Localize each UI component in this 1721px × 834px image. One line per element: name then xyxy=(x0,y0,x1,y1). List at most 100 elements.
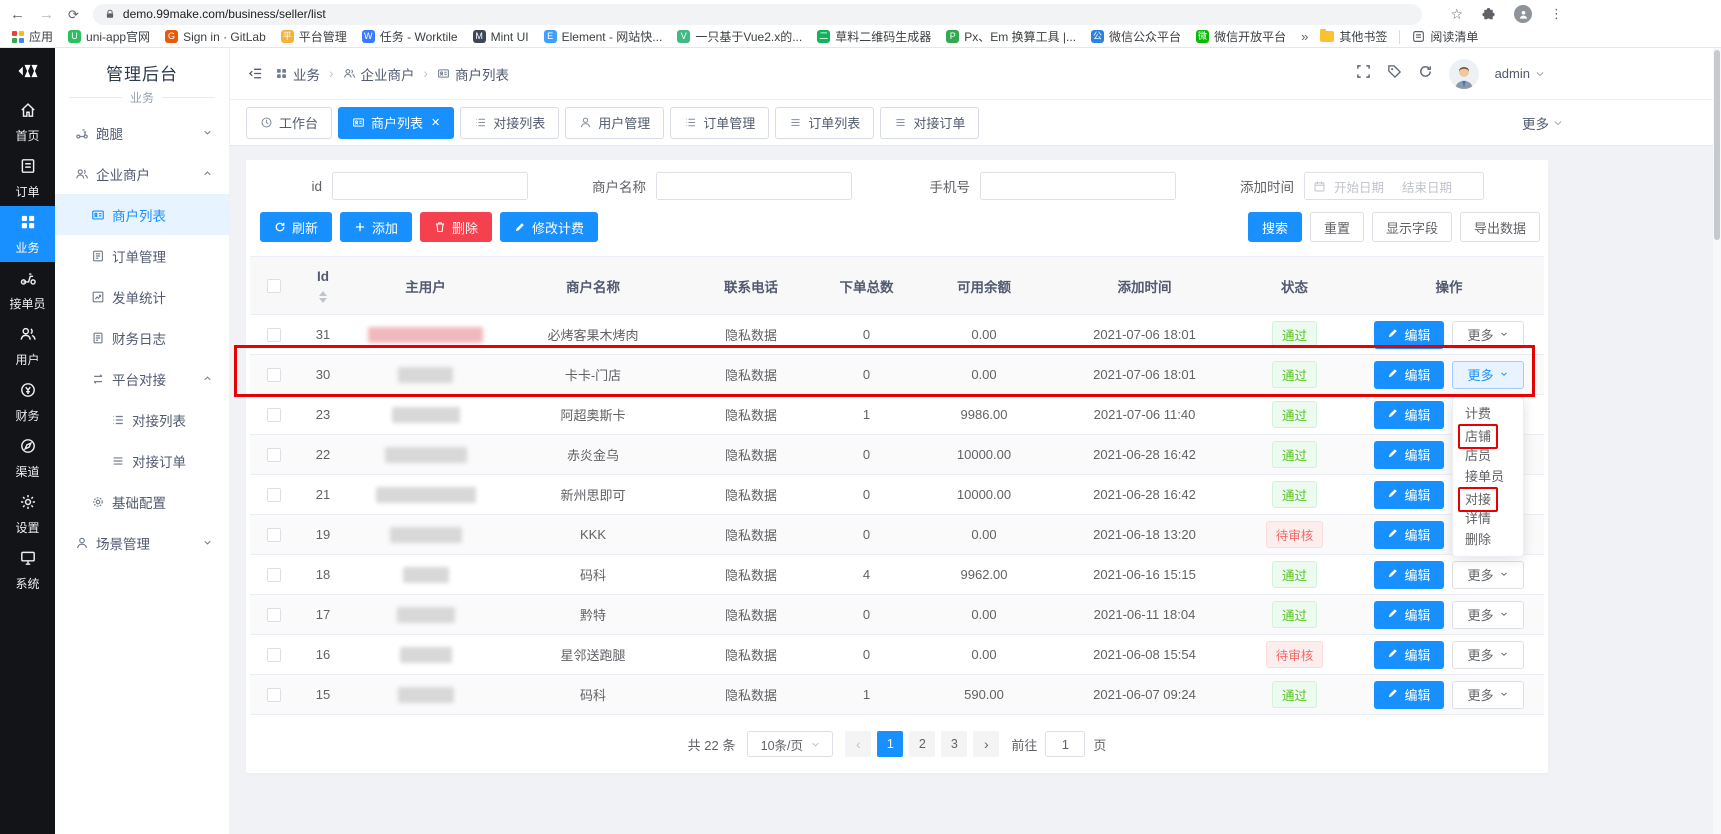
bookmark-item[interactable]: EElement - 网站快... xyxy=(544,28,663,45)
select-all-checkbox[interactable] xyxy=(267,279,281,293)
collapse-sidebar-icon[interactable] xyxy=(248,66,263,81)
breadcrumb-item[interactable]: 业务 xyxy=(275,64,320,84)
dropdown-item-对接[interactable]: 对接 xyxy=(1453,487,1523,508)
column-header[interactable]: Id xyxy=(298,257,348,315)
edit-button[interactable]: 编辑 xyxy=(1374,681,1444,709)
sidebar-item-changjing-guanli[interactable]: 场景管理 xyxy=(55,522,229,563)
bookmark-item[interactable]: 微微信开放平台 xyxy=(1196,28,1286,45)
edit-button[interactable]: 编辑 xyxy=(1374,401,1444,429)
sidebar-item-qiye-shanghu[interactable]: 企业商户 xyxy=(55,153,229,194)
rail-item-settings[interactable]: 设置 xyxy=(0,486,55,542)
row-checkbox[interactable] xyxy=(267,408,281,422)
page-button-3[interactable]: 3 xyxy=(941,731,967,757)
edit-button[interactable]: 编辑 xyxy=(1374,601,1444,629)
page-size-select[interactable]: 10条/页 xyxy=(747,731,833,757)
sidebar-item-pingtai-duijie[interactable]: 平台对接 xyxy=(55,358,229,399)
more-button[interactable]: 更多 xyxy=(1452,361,1524,389)
forward-icon[interactable]: → xyxy=(39,7,54,22)
row-checkbox[interactable] xyxy=(267,448,281,462)
phone-filter-input[interactable] xyxy=(980,172,1176,200)
sidebar-item-fadan-tongji[interactable]: 发单统计 xyxy=(55,276,229,317)
bookmark-item[interactable]: 应用 xyxy=(12,28,53,45)
more-button[interactable]: 更多 xyxy=(1452,601,1524,629)
extensions-icon[interactable] xyxy=(1481,7,1496,22)
back-icon[interactable]: ← xyxy=(10,7,25,22)
row-checkbox[interactable] xyxy=(267,688,281,702)
tab-商户列表[interactable]: 商户列表✕ xyxy=(338,107,454,139)
edit-button[interactable]: 编辑 xyxy=(1374,481,1444,509)
dropdown-item-计费[interactable]: 计费 xyxy=(1453,403,1523,424)
dropdown-item-删除[interactable]: 删除 xyxy=(1453,529,1523,550)
scrollbar-thumb[interactable] xyxy=(1714,50,1720,240)
edit-button[interactable]: 编辑 xyxy=(1374,441,1444,469)
row-checkbox[interactable] xyxy=(267,608,281,622)
user-menu[interactable]: admin xyxy=(1495,66,1545,81)
next-page-button[interactable]: › xyxy=(973,731,999,757)
sidebar-item-jichu-peizhi[interactable]: 基础配置 xyxy=(55,481,229,522)
browser-menu-icon[interactable]: ⋮ xyxy=(1550,6,1563,22)
rail-item-users[interactable]: 用户 xyxy=(0,318,55,374)
more-button[interactable]: 更多 xyxy=(1452,641,1524,669)
row-checkbox[interactable] xyxy=(267,368,281,382)
rail-item-orders[interactable]: 订单 xyxy=(0,150,55,206)
tabs-more-button[interactable]: 更多 xyxy=(1522,113,1563,133)
row-checkbox[interactable] xyxy=(267,488,281,502)
bookmark-star-icon[interactable]: ☆ xyxy=(1450,6,1463,23)
sort-carets[interactable] xyxy=(319,291,327,303)
merchant-filter-input[interactable] xyxy=(656,172,852,200)
refresh-button[interactable]: 刷新 xyxy=(260,212,332,242)
reload-icon[interactable]: ⟳ xyxy=(68,8,79,21)
app-logo[interactable] xyxy=(0,48,55,94)
fullscreen-icon[interactable] xyxy=(1356,64,1371,84)
dropdown-item-接单员[interactable]: 接单员 xyxy=(1453,466,1523,487)
prev-page-button[interactable]: ‹ xyxy=(845,731,871,757)
export-button[interactable]: 导出数据 xyxy=(1460,212,1540,242)
row-checkbox[interactable] xyxy=(267,328,281,342)
close-icon[interactable]: ✕ xyxy=(431,116,440,129)
tab-对接列表[interactable]: 对接列表 xyxy=(460,107,559,139)
rail-item-finance[interactable]: 财务 xyxy=(0,374,55,430)
delete-button[interactable]: 删除 xyxy=(420,212,492,242)
row-checkbox[interactable] xyxy=(267,568,281,582)
other-bookmarks[interactable]: 其他书签 xyxy=(1320,28,1387,45)
tab-用户管理[interactable]: 用户管理 xyxy=(565,107,664,139)
row-checkbox[interactable] xyxy=(267,648,281,662)
bookmark-item[interactable]: W任务 - Worktile xyxy=(362,28,458,45)
page-button-1[interactable]: 1 xyxy=(877,731,903,757)
breadcrumb-item[interactable]: 商户列表 xyxy=(437,64,509,84)
sidebar-item-paotui[interactable]: 跑腿 xyxy=(55,112,229,153)
avatar[interactable] xyxy=(1449,59,1479,89)
url-field[interactable]: demo.99make.com/business/seller/list xyxy=(93,4,1423,25)
bookmark-item[interactable]: 二草料二维码生成器 xyxy=(817,28,931,45)
rail-item-business[interactable]: 业务 xyxy=(0,206,55,262)
id-filter-input[interactable] xyxy=(332,172,528,200)
more-button[interactable]: 更多 xyxy=(1452,561,1524,589)
tab-订单管理[interactable]: 订单管理 xyxy=(670,107,769,139)
rail-item-system[interactable]: 系统 xyxy=(0,542,55,598)
browser-profile-icon[interactable] xyxy=(1514,5,1532,23)
rail-item-rider[interactable]: 接单员 xyxy=(0,262,55,318)
date-range-input[interactable]: 开始日期 结束日期 xyxy=(1304,172,1484,200)
edit-fee-button[interactable]: 修改计费 xyxy=(500,212,598,242)
tab-工作台[interactable]: 工作台 xyxy=(246,107,332,139)
show-fields-button[interactable]: 显示字段 xyxy=(1372,212,1452,242)
bookmark-item[interactable]: V一只基于Vue2.x的... xyxy=(677,28,802,45)
edit-button[interactable]: 编辑 xyxy=(1374,361,1444,389)
rail-item-channel[interactable]: 渠道 xyxy=(0,430,55,486)
sidebar-item-shanghu-list[interactable]: 商户列表 xyxy=(55,194,229,235)
breadcrumb-item[interactable]: 企业商户 xyxy=(343,64,415,84)
add-button[interactable]: 添加 xyxy=(340,212,412,242)
sidebar-item-duijie-list[interactable]: 对接列表 xyxy=(55,399,229,440)
rail-item-home[interactable]: 首页 xyxy=(0,94,55,150)
reading-list[interactable]: 阅读清单 xyxy=(1412,28,1478,45)
sidebar-item-dingdan-guanli[interactable]: 订单管理 xyxy=(55,235,229,276)
bookmark-item[interactable]: GSign in · GitLab xyxy=(165,30,266,44)
dropdown-item-店铺[interactable]: 店铺 xyxy=(1453,424,1523,445)
page-button-2[interactable]: 2 xyxy=(909,731,935,757)
edit-button[interactable]: 编辑 xyxy=(1374,561,1444,589)
bookmarks-overflow-icon[interactable]: » xyxy=(1301,29,1308,44)
bookmark-item[interactable]: Uuni-app官网 xyxy=(68,28,150,45)
theme-icon[interactable] xyxy=(1387,64,1402,84)
edit-button[interactable]: 编辑 xyxy=(1374,321,1444,349)
more-button[interactable]: 更多 xyxy=(1452,321,1524,349)
